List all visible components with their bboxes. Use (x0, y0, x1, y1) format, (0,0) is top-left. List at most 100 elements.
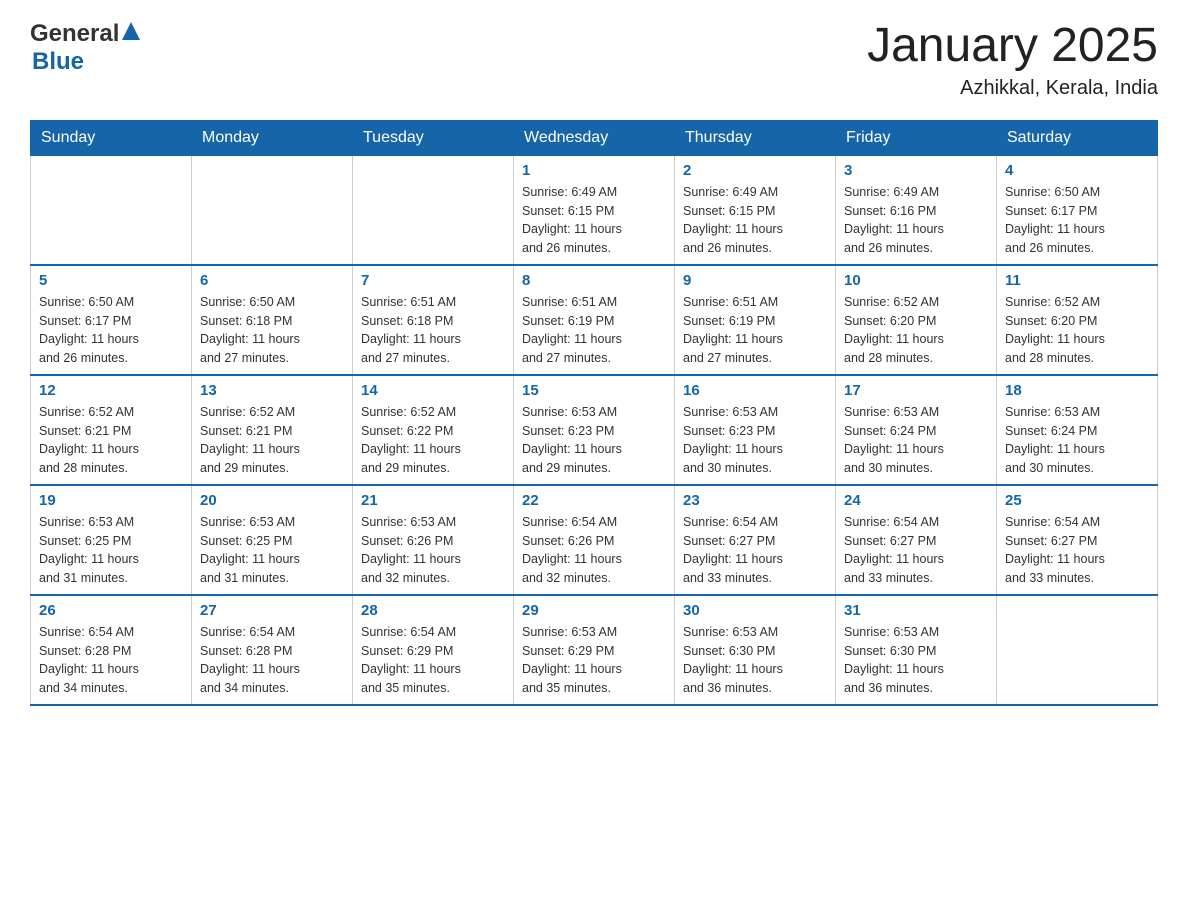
day-info: Sunrise: 6:51 AM Sunset: 6:19 PM Dayligh… (522, 293, 666, 368)
day-info: Sunrise: 6:53 AM Sunset: 6:30 PM Dayligh… (683, 623, 827, 698)
cell-week1-day0 (31, 155, 192, 265)
header-monday: Monday (192, 120, 353, 155)
cell-week1-day1 (192, 155, 353, 265)
day-number: 12 (39, 382, 183, 399)
day-info: Sunrise: 6:54 AM Sunset: 6:28 PM Dayligh… (200, 623, 344, 698)
logo-general-text: General (30, 20, 119, 48)
day-number: 7 (361, 272, 505, 289)
cell-week4-day2: 21Sunrise: 6:53 AM Sunset: 6:26 PM Dayli… (353, 485, 514, 595)
calendar-title-block: January 2025 Azhikkal, Kerala, India (867, 20, 1158, 100)
day-number: 3 (844, 162, 988, 179)
day-info: Sunrise: 6:51 AM Sunset: 6:18 PM Dayligh… (361, 293, 505, 368)
day-info: Sunrise: 6:53 AM Sunset: 6:25 PM Dayligh… (39, 513, 183, 588)
cell-week3-day0: 12 Sunrise: 6:52 AM Sunset: 6:21 PM Dayli… (31, 375, 192, 485)
day-number: 23 (683, 492, 827, 509)
week-row-5: 26 Sunrise: 6:54 AM Sunset: 6:28 PM Dayli… (31, 595, 1158, 705)
header-sunday: Sunday (31, 120, 192, 155)
cell-week2-day6: 11Sunrise: 6:52 AM Sunset: 6:20 PM Dayli… (997, 265, 1158, 375)
cell-week5-day6 (997, 595, 1158, 705)
day-info: Sunrise: 6:50 AM Sunset: 6:18 PM Dayligh… (200, 293, 344, 368)
day-number: 8 (522, 272, 666, 289)
day-number: 22 (522, 492, 666, 509)
day-info: Sunrise: 6:54 AM Sunset: 6:28 PM Dayligh… (39, 623, 183, 698)
cell-week5-day5: 31 Sunrise: 6:53 AM Sunset: 6:30 PM Dayli… (836, 595, 997, 705)
day-info: Sunrise: 6:54 AM Sunset: 6:27 PM Dayligh… (683, 513, 827, 588)
day-info: Sunrise: 6:49 AM Sunset: 6:16 PM Dayligh… (844, 183, 988, 258)
day-number: 28 (361, 602, 505, 619)
day-number: 6 (200, 272, 344, 289)
cell-week4-day6: 25 Sunrise: 6:54 AM Sunset: 6:27 PM Dayli… (997, 485, 1158, 595)
calendar-body: 1 Sunrise: 6:49 AM Sunset: 6:15 PM Daylig… (31, 155, 1158, 705)
header-wednesday: Wednesday (514, 120, 675, 155)
day-info: Sunrise: 6:51 AM Sunset: 6:19 PM Dayligh… (683, 293, 827, 368)
day-number: 13 (200, 382, 344, 399)
day-number: 2 (683, 162, 827, 179)
cell-week5-day1: 27Sunrise: 6:54 AM Sunset: 6:28 PM Dayli… (192, 595, 353, 705)
day-info: Sunrise: 6:52 AM Sunset: 6:21 PM Dayligh… (200, 403, 344, 478)
cell-week3-day2: 14Sunrise: 6:52 AM Sunset: 6:22 PM Dayli… (353, 375, 514, 485)
cell-week2-day1: 6 Sunrise: 6:50 AM Sunset: 6:18 PM Daylig… (192, 265, 353, 375)
cell-week3-day4: 16 Sunrise: 6:53 AM Sunset: 6:23 PM Dayli… (675, 375, 836, 485)
calendar-header: SundayMondayTuesdayWednesdayThursdayFrid… (31, 120, 1158, 155)
cell-week4-day0: 19 Sunrise: 6:53 AM Sunset: 6:25 PM Dayli… (31, 485, 192, 595)
week-row-1: 1 Sunrise: 6:49 AM Sunset: 6:15 PM Daylig… (31, 155, 1158, 265)
day-info: Sunrise: 6:53 AM Sunset: 6:25 PM Dayligh… (200, 513, 344, 588)
day-number: 26 (39, 602, 183, 619)
header-saturday: Saturday (997, 120, 1158, 155)
cell-week4-day4: 23 Sunrise: 6:54 AM Sunset: 6:27 PM Dayli… (675, 485, 836, 595)
cell-week1-day6: 4 Sunrise: 6:50 AM Sunset: 6:17 PM Daylig… (997, 155, 1158, 265)
cell-week3-day1: 13 Sunrise: 6:52 AM Sunset: 6:21 PM Dayli… (192, 375, 353, 485)
day-number: 9 (683, 272, 827, 289)
day-info: Sunrise: 6:53 AM Sunset: 6:26 PM Dayligh… (361, 513, 505, 588)
header-thursday: Thursday (675, 120, 836, 155)
day-number: 5 (39, 272, 183, 289)
week-row-4: 19 Sunrise: 6:53 AM Sunset: 6:25 PM Dayli… (31, 485, 1158, 595)
day-info: Sunrise: 6:50 AM Sunset: 6:17 PM Dayligh… (1005, 183, 1149, 258)
day-info: Sunrise: 6:54 AM Sunset: 6:27 PM Dayligh… (1005, 513, 1149, 588)
day-info: Sunrise: 6:53 AM Sunset: 6:23 PM Dayligh… (683, 403, 827, 478)
cell-week1-day5: 3 Sunrise: 6:49 AM Sunset: 6:16 PM Daylig… (836, 155, 997, 265)
cell-week3-day3: 15 Sunrise: 6:53 AM Sunset: 6:23 PM Dayli… (514, 375, 675, 485)
cell-week4-day1: 20 Sunrise: 6:53 AM Sunset: 6:25 PM Dayli… (192, 485, 353, 595)
logo-blue-text: Blue (32, 48, 84, 75)
day-number: 25 (1005, 492, 1149, 509)
cell-week2-day5: 10 Sunrise: 6:52 AM Sunset: 6:20 PM Dayli… (836, 265, 997, 375)
day-number: 16 (683, 382, 827, 399)
day-info: Sunrise: 6:52 AM Sunset: 6:20 PM Dayligh… (844, 293, 988, 368)
day-info: Sunrise: 6:49 AM Sunset: 6:15 PM Dayligh… (683, 183, 827, 258)
cell-week2-day2: 7 Sunrise: 6:51 AM Sunset: 6:18 PM Daylig… (353, 265, 514, 375)
day-info: Sunrise: 6:53 AM Sunset: 6:23 PM Dayligh… (522, 403, 666, 478)
day-info: Sunrise: 6:53 AM Sunset: 6:24 PM Dayligh… (1005, 403, 1149, 478)
logo-triangle-icon (122, 22, 140, 45)
cell-week1-day3: 1 Sunrise: 6:49 AM Sunset: 6:15 PM Daylig… (514, 155, 675, 265)
day-number: 19 (39, 492, 183, 509)
day-number: 31 (844, 602, 988, 619)
day-info: Sunrise: 6:53 AM Sunset: 6:29 PM Dayligh… (522, 623, 666, 698)
day-number: 29 (522, 602, 666, 619)
day-info: Sunrise: 6:49 AM Sunset: 6:15 PM Dayligh… (522, 183, 666, 258)
cell-week1-day2 (353, 155, 514, 265)
day-number: 10 (844, 272, 988, 289)
cell-week4-day5: 24Sunrise: 6:54 AM Sunset: 6:27 PM Dayli… (836, 485, 997, 595)
day-info: Sunrise: 6:53 AM Sunset: 6:30 PM Dayligh… (844, 623, 988, 698)
day-number: 1 (522, 162, 666, 179)
day-info: Sunrise: 6:52 AM Sunset: 6:21 PM Dayligh… (39, 403, 183, 478)
page-header: General Blue January 2025 Azhikkal, Kera… (30, 20, 1158, 100)
week-row-3: 12 Sunrise: 6:52 AM Sunset: 6:21 PM Dayli… (31, 375, 1158, 485)
week-row-2: 5 Sunrise: 6:50 AM Sunset: 6:17 PM Daylig… (31, 265, 1158, 375)
cell-week5-day3: 29 Sunrise: 6:53 AM Sunset: 6:29 PM Dayli… (514, 595, 675, 705)
day-number: 20 (200, 492, 344, 509)
day-number: 15 (522, 382, 666, 399)
day-number: 4 (1005, 162, 1149, 179)
day-info: Sunrise: 6:54 AM Sunset: 6:29 PM Dayligh… (361, 623, 505, 698)
calendar-title: January 2025 (867, 20, 1158, 73)
day-info: Sunrise: 6:54 AM Sunset: 6:27 PM Dayligh… (844, 513, 988, 588)
cell-week3-day6: 18Sunrise: 6:53 AM Sunset: 6:24 PM Dayli… (997, 375, 1158, 485)
cell-week5-day0: 26 Sunrise: 6:54 AM Sunset: 6:28 PM Dayli… (31, 595, 192, 705)
cell-week1-day4: 2 Sunrise: 6:49 AM Sunset: 6:15 PM Daylig… (675, 155, 836, 265)
day-info: Sunrise: 6:52 AM Sunset: 6:20 PM Dayligh… (1005, 293, 1149, 368)
calendar-table: SundayMondayTuesdayWednesdayThursdayFrid… (30, 120, 1158, 706)
day-info: Sunrise: 6:50 AM Sunset: 6:17 PM Dayligh… (39, 293, 183, 368)
header-tuesday: Tuesday (353, 120, 514, 155)
cell-week2-day0: 5 Sunrise: 6:50 AM Sunset: 6:17 PM Daylig… (31, 265, 192, 375)
